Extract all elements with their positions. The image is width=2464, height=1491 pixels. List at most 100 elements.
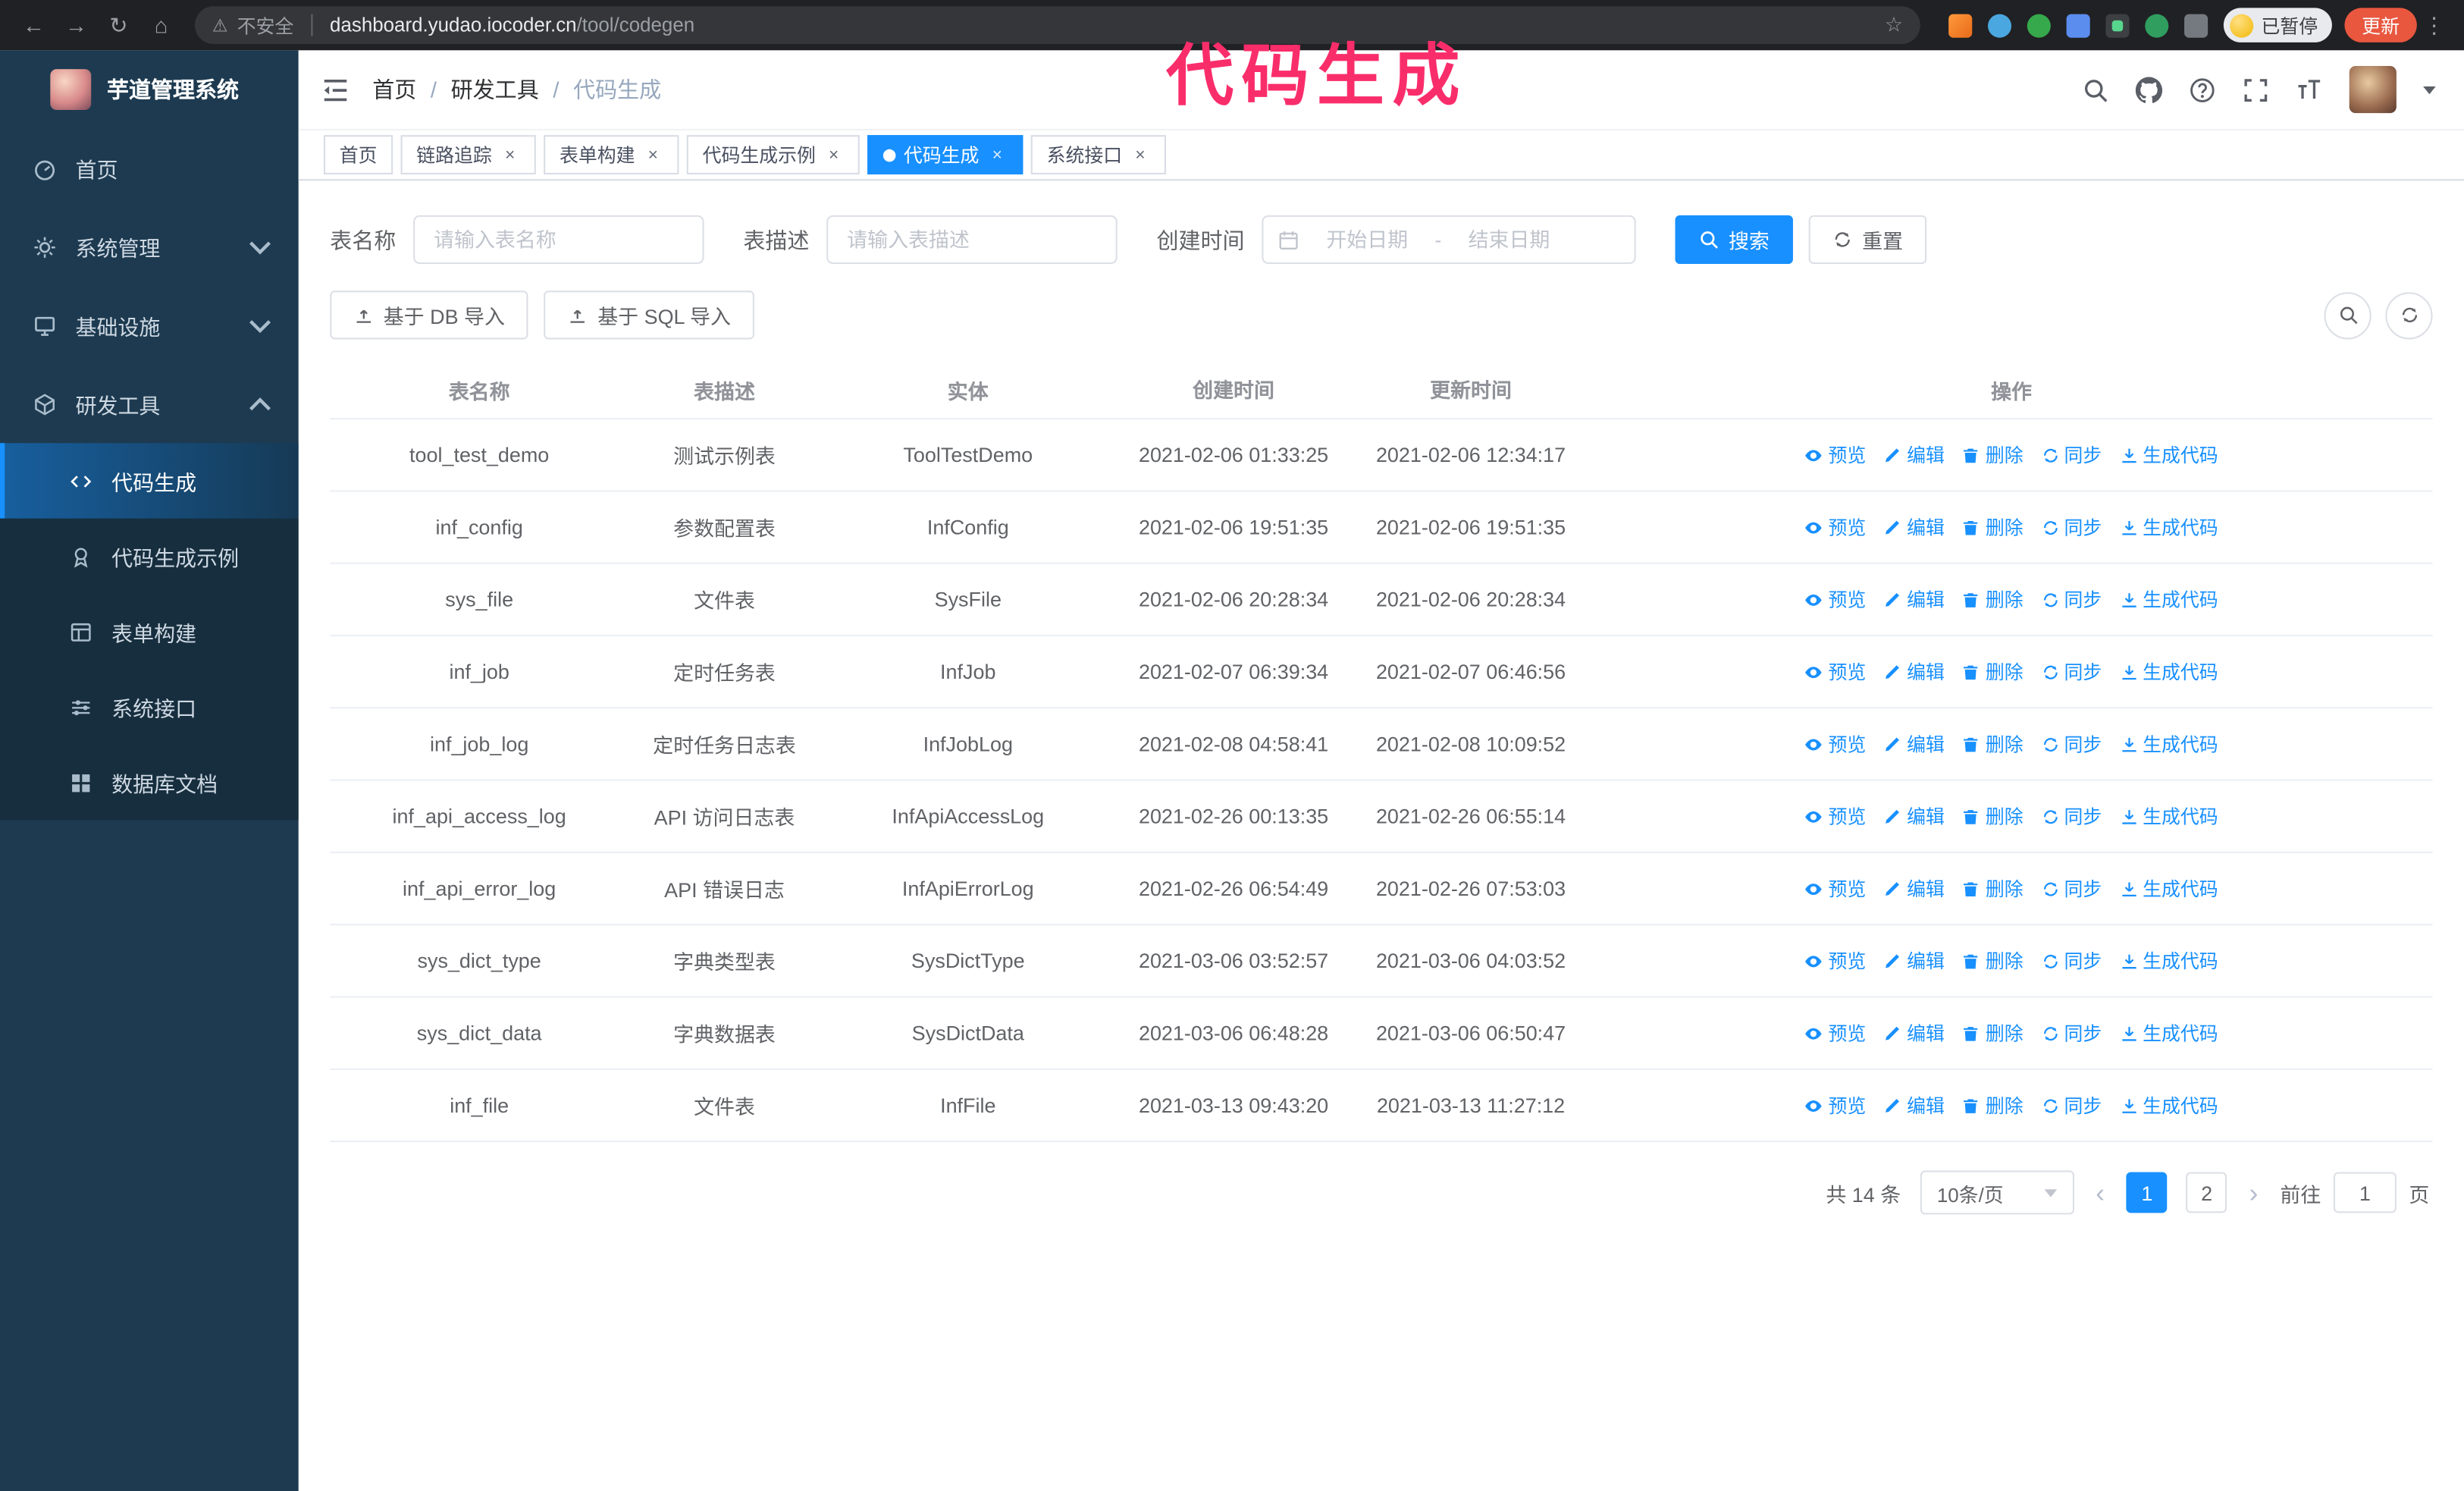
generate-code-link[interactable]: 生成代码 <box>2119 513 2218 540</box>
reset-button[interactable]: 重置 <box>1808 215 1927 265</box>
sidebar-item-db-doc[interactable]: 数据库文档 <box>0 745 299 820</box>
toggle-search-button[interactable] <box>2324 291 2372 339</box>
generate-code-link[interactable]: 生成代码 <box>2119 803 2218 830</box>
edit-link[interactable]: 编辑 <box>1883 1020 1945 1047</box>
page-size-select[interactable]: 10条/页 <box>1920 1170 2074 1215</box>
sync-link[interactable]: 同步 <box>2040 513 2102 540</box>
prev-page-button[interactable]: ‹ <box>2093 1179 2108 1206</box>
edit-link[interactable]: 编辑 <box>1883 658 1945 685</box>
sidebar-item-form-builder[interactable]: 表单构建 <box>0 594 299 669</box>
sidebar-item-home[interactable]: 首页 <box>0 129 299 208</box>
goto-page-input[interactable] <box>2333 1172 2397 1213</box>
edit-link[interactable]: 编辑 <box>1883 513 1945 540</box>
preview-link[interactable]: 预览 <box>1804 441 1866 468</box>
browser-menu-icon[interactable]: ⋮ <box>2417 12 2452 39</box>
extension-icon[interactable] <box>2066 13 2090 37</box>
delete-link[interactable]: 删除 <box>1962 1020 2024 1047</box>
next-page-button[interactable]: › <box>2246 1179 2262 1206</box>
preview-link[interactable]: 预览 <box>1804 730 1866 757</box>
generate-code-link[interactable]: 生成代码 <box>2119 947 2218 974</box>
home-icon[interactable]: ⌂ <box>140 0 182 50</box>
refresh-icon[interactable]: ↻ <box>98 0 140 50</box>
close-icon[interactable]: × <box>643 146 663 165</box>
sync-link[interactable]: 同步 <box>2040 947 2102 974</box>
breadcrumb-dev-tools[interactable]: 研发工具 <box>451 74 539 105</box>
tab-home[interactable]: 首页 <box>323 135 393 174</box>
browser-update-button[interactable]: 更新 <box>2344 8 2417 42</box>
forward-icon[interactable]: → <box>55 0 98 50</box>
delete-link[interactable]: 删除 <box>1962 875 2024 902</box>
sync-link[interactable]: 同步 <box>2040 1020 2102 1047</box>
puzzle-extension-icon[interactable] <box>2183 13 2209 37</box>
table-desc-input[interactable] <box>826 215 1118 265</box>
sidebar-item-system[interactable]: 系统管理 <box>0 207 299 286</box>
edit-link[interactable]: 编辑 <box>1883 441 1945 468</box>
edit-link[interactable]: 编辑 <box>1883 586 1945 613</box>
close-icon[interactable]: × <box>500 146 520 165</box>
sync-link[interactable]: 同步 <box>2040 803 2102 830</box>
profile-paused-chip[interactable]: 已暂停 <box>2223 8 2332 42</box>
security-label[interactable]: 不安全 <box>237 12 294 39</box>
generate-code-link[interactable]: 生成代码 <box>2119 730 2218 757</box>
font-size-icon[interactable] <box>2296 76 2322 102</box>
preview-link[interactable]: 预览 <box>1804 658 1866 685</box>
preview-link[interactable]: 预览 <box>1804 803 1866 830</box>
delete-link[interactable]: 删除 <box>1962 947 2024 974</box>
preview-link[interactable]: 预览 <box>1804 1020 1866 1047</box>
preview-link[interactable]: 预览 <box>1804 513 1866 540</box>
sidebar-item-codegen[interactable]: 代码生成 <box>0 443 299 519</box>
edit-link[interactable]: 编辑 <box>1883 875 1945 902</box>
sync-link[interactable]: 同步 <box>2040 658 2102 685</box>
edit-link[interactable]: 编辑 <box>1883 803 1945 830</box>
tab-codegen[interactable]: 代码生成 × <box>867 135 1024 174</box>
tab-codegen-example[interactable]: 代码生成示例 × <box>686 135 860 174</box>
delete-link[interactable]: 删除 <box>1962 803 2024 830</box>
sync-link[interactable]: 同步 <box>2040 441 2102 468</box>
delete-link[interactable]: 删除 <box>1962 513 2024 540</box>
sidebar-toggle-icon[interactable] <box>321 74 350 104</box>
preview-link[interactable]: 预览 <box>1804 947 1866 974</box>
sidebar-item-codegen-example[interactable]: 代码生成示例 <box>0 519 299 594</box>
close-icon[interactable]: × <box>987 146 1008 165</box>
extension-icon[interactable] <box>2105 13 2130 37</box>
generate-code-link[interactable]: 生成代码 <box>2119 875 2218 902</box>
sync-link[interactable]: 同步 <box>2040 875 2102 902</box>
edit-link[interactable]: 编辑 <box>1883 1092 1945 1119</box>
extension-icon[interactable] <box>2027 13 2051 37</box>
delete-link[interactable]: 删除 <box>1962 730 2024 757</box>
page-button-2[interactable]: 2 <box>2186 1172 2227 1213</box>
preview-link[interactable]: 预览 <box>1804 875 1866 902</box>
page-button-1[interactable]: 1 <box>2126 1172 2168 1213</box>
tab-form-builder[interactable]: 表单构建 × <box>544 135 679 174</box>
sync-link[interactable]: 同步 <box>2040 730 2102 757</box>
tab-system-api[interactable]: 系统接口 × <box>1030 135 1167 174</box>
edit-link[interactable]: 编辑 <box>1883 947 1945 974</box>
generate-code-link[interactable]: 生成代码 <box>2119 1020 2218 1047</box>
user-avatar[interactable] <box>2349 66 2397 114</box>
preview-link[interactable]: 预览 <box>1804 1092 1866 1119</box>
start-date-input[interactable] <box>1309 226 1425 253</box>
bookmark-star-icon[interactable]: ☆ <box>1885 13 1903 38</box>
sync-link[interactable]: 同步 <box>2040 586 2102 613</box>
breadcrumb-home[interactable]: 首页 <box>372 74 416 105</box>
extension-icon[interactable] <box>1987 13 2011 37</box>
close-icon[interactable]: × <box>823 146 844 165</box>
url-bar[interactable]: ⚠ 不安全 dashboard.yudao.iocoder.cn/tool/co… <box>195 6 1920 45</box>
delete-link[interactable]: 删除 <box>1962 1092 2024 1119</box>
sidebar-item-system-api[interactable]: 系统接口 <box>0 670 299 745</box>
search-icon[interactable] <box>2082 76 2108 102</box>
import-sql-button[interactable]: 基于 SQL 导入 <box>544 290 755 340</box>
preview-link[interactable]: 预览 <box>1804 586 1866 613</box>
sidebar-item-infrastructure[interactable]: 基础设施 <box>0 286 299 365</box>
extension-icon[interactable] <box>2145 13 2169 37</box>
delete-link[interactable]: 删除 <box>1962 658 2024 685</box>
generate-code-link[interactable]: 生成代码 <box>2119 658 2218 685</box>
user-caret-icon[interactable] <box>2423 85 2436 94</box>
date-range-picker[interactable]: - <box>1262 215 1636 265</box>
sync-link[interactable]: 同步 <box>2040 1092 2102 1119</box>
back-icon[interactable]: ← <box>13 0 55 50</box>
table-name-input[interactable] <box>413 215 704 265</box>
delete-link[interactable]: 删除 <box>1962 586 2024 613</box>
search-button[interactable]: 搜索 <box>1675 215 1793 265</box>
help-icon[interactable] <box>2189 76 2215 102</box>
